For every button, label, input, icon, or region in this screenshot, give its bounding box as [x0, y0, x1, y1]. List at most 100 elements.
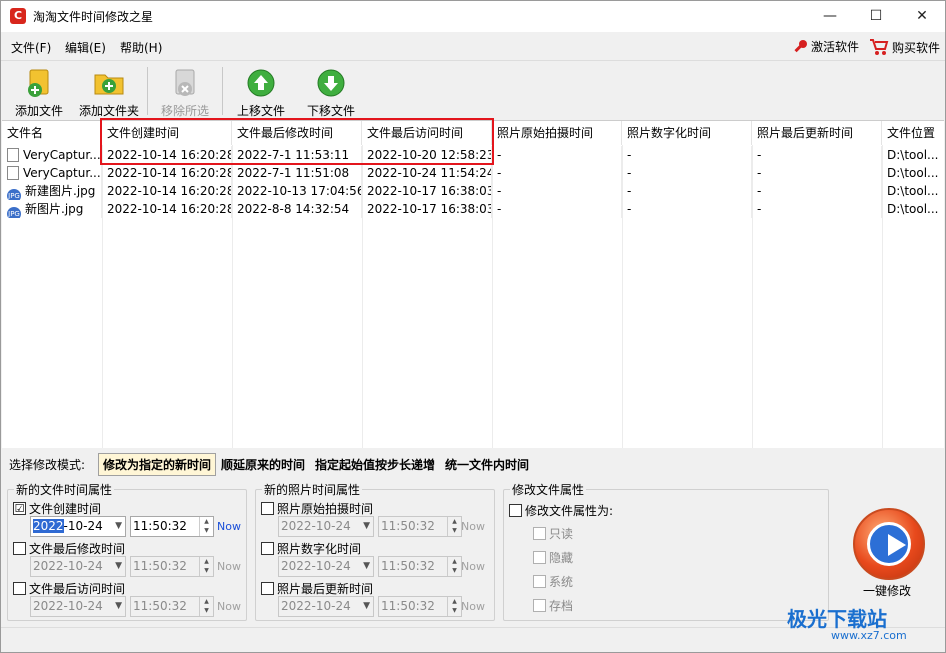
archive-checkbox[interactable]: 存档 — [533, 597, 573, 614]
add-folder-label: 添加文件夹 — [78, 104, 139, 118]
column-header[interactable]: 照片数字化时间 — [622, 121, 752, 145]
spin-icon[interactable]: ▲ ▼ — [199, 517, 213, 536]
table-cell: - — [752, 182, 882, 200]
chevron-down-icon: ▼ — [363, 561, 370, 571]
add-file-label: 添加文件 — [14, 104, 63, 118]
photo-digitized-checkbox[interactable]: 照片数字化时间 — [261, 540, 361, 557]
modified-date-picker[interactable]: 2022-10-24 ▼ — [30, 556, 126, 577]
minimize-button[interactable]: — — [807, 1, 853, 32]
hidden-checkbox[interactable]: 隐藏 — [533, 549, 573, 566]
photo-original-now-button[interactable]: Now — [461, 520, 485, 533]
created-date-picker[interactable]: 2022-10-24 ▼ — [30, 516, 126, 537]
jpg-icon: JPG — [7, 189, 21, 200]
arrow-up-icon — [247, 69, 275, 97]
date-value: 2022-10-24 — [281, 559, 351, 573]
mode-option-increment[interactable]: 指定起始值按步长递增 — [315, 456, 435, 473]
one-click-modify-label[interactable]: 一键修改 — [863, 582, 911, 599]
table-row[interactable]: VeryCaptur... 2022-10-14 16:20:28 2022-7… — [2, 164, 944, 182]
mode-option-new-time[interactable]: 修改为指定的新时间 — [98, 453, 217, 476]
table-cell: 2022-10-13 17:04:56 — [232, 182, 362, 200]
photo-updated-checkbox[interactable]: 照片最后更新时间 — [261, 580, 373, 597]
modify-attr-checkbox[interactable]: 修改文件属性为: — [509, 502, 613, 519]
photo-original-time-input[interactable]: 11:50:32 ▲ ▼ — [378, 516, 462, 537]
remove-file-icon — [175, 69, 195, 96]
modified-time-input[interactable]: 11:50:32 ▲ ▼ — [130, 556, 214, 577]
file-icon — [7, 148, 19, 162]
time-value: 11:50:32 — [381, 519, 435, 533]
column-header[interactable]: 照片最后更新时间 — [752, 121, 882, 145]
spin-icon[interactable]: ▲ ▼ — [447, 517, 461, 536]
file-name: 新建图片.jpg — [25, 184, 96, 198]
photo-digitized-now-button[interactable]: Now — [461, 560, 485, 573]
photo-original-date-picker[interactable]: 2022-10-24 ▼ — [278, 516, 374, 537]
file-name: VeryCaptur... — [23, 166, 101, 180]
photo-updated-time-input[interactable]: 11:50:32 ▲ ▼ — [378, 596, 462, 617]
column-header[interactable]: 文件名 — [2, 121, 102, 145]
system-checkbox[interactable]: 系统 — [533, 573, 573, 590]
photo-original-checkbox[interactable]: 照片原始拍摄时间 — [261, 500, 373, 517]
created-time-input[interactable]: 11:50:32 ▲ ▼ — [130, 516, 214, 537]
mode-bar: 选择修改模式: 修改为指定的新时间 顺延原来的时间 指定起始值按步长递增 统一文… — [1, 451, 945, 477]
table-cell: D:\tool... — [887, 148, 939, 162]
table-cell: - — [492, 146, 622, 164]
mode-option-shift-time[interactable]: 顺延原来的时间 — [221, 456, 305, 473]
grid-line — [102, 145, 103, 448]
table-cell: 2022-10-14 16:20:28 — [102, 200, 232, 218]
readonly-checkbox[interactable]: 只读 — [533, 525, 573, 542]
key-icon — [794, 39, 807, 52]
table-row[interactable]: JPG 新建图片.jpg 2022-10-14 16:20:28 2022-10-… — [2, 182, 944, 200]
add-file-button[interactable]: 添加文件 — [13, 67, 65, 119]
add-folder-icon — [94, 74, 124, 95]
spin-icon[interactable]: ▲ ▼ — [447, 597, 461, 616]
move-down-button[interactable]: 下移文件 — [305, 67, 357, 119]
close-button[interactable]: ✕ — [899, 1, 945, 32]
photo-digitized-time-input[interactable]: 11:50:32 ▲ ▼ — [378, 556, 462, 577]
file-accessed-checkbox[interactable]: 文件最后访问时间 — [13, 580, 125, 597]
grid-line — [752, 145, 753, 448]
maximize-button[interactable]: ☐ — [853, 1, 899, 32]
app-window: C 淘淘文件时间修改之星 — ☐ ✕ 文件(F) 编辑(E) 帮助(H) 激活软… — [0, 0, 946, 653]
table-cell: - — [622, 200, 752, 218]
menu-file[interactable]: 文件(F) — [11, 39, 51, 56]
created-now-button[interactable]: Now — [217, 520, 241, 533]
checkbox-icon — [533, 575, 546, 588]
chevron-down-icon: ▼ — [115, 601, 122, 611]
accessed-now-button[interactable]: Now — [217, 600, 241, 613]
file-created-checkbox[interactable]: ☑ 文件创建时间 — [13, 500, 101, 517]
move-up-button[interactable]: 上移文件 — [235, 67, 287, 119]
remove-selected-label: 移除所选 — [160, 104, 209, 118]
remove-selected-button[interactable]: 移除所选 — [159, 67, 211, 119]
file-list[interactable]: 文件名 文件创建时间 文件最后修改时间 文件最后访问时间 照片原始拍摄时间 照片… — [2, 120, 944, 448]
photo-updated-now-button[interactable]: Now — [461, 600, 485, 613]
menu-help[interactable]: 帮助(H) — [120, 39, 162, 56]
modified-now-button[interactable]: Now — [217, 560, 241, 573]
one-click-modify-button[interactable] — [853, 508, 925, 580]
checkbox-icon — [533, 551, 546, 564]
file-name-cell: VeryCaptur... — [2, 146, 102, 164]
table-cell: - — [492, 164, 622, 182]
checkbox-label: 文件最后修改时间 — [29, 542, 126, 556]
chevron-down-icon: ▼ — [363, 521, 370, 531]
table-row[interactable]: JPG 新图片.jpg 2022-10-14 16:20:28 2022-8-8 … — [2, 200, 944, 218]
column-header[interactable]: 照片原始拍摄时间 — [492, 121, 622, 145]
arrow-down-icon — [317, 69, 345, 97]
photo-updated-date-picker[interactable]: 2022-10-24 ▼ — [278, 596, 374, 617]
table-cell: 2022-8-8 14:32:54 — [232, 200, 362, 218]
checkbox-icon — [13, 542, 26, 555]
menu-edit[interactable]: 编辑(E) — [65, 39, 106, 56]
accessed-time-input[interactable]: 11:50:32 ▲ ▼ — [130, 596, 214, 617]
grid-line — [232, 145, 233, 448]
photo-digitized-date-picker[interactable]: 2022-10-24 ▼ — [278, 556, 374, 577]
file-modified-checkbox[interactable]: 文件最后修改时间 — [13, 540, 125, 557]
activate-link[interactable]: 激活软件 — [792, 38, 859, 55]
grid-line — [622, 145, 623, 448]
spin-icon[interactable]: ▲ ▼ — [447, 557, 461, 576]
add-folder-button[interactable]: 添加文件夹 — [77, 67, 141, 119]
column-header[interactable]: 文件位置 — [882, 121, 944, 145]
spin-icon[interactable]: ▲ ▼ — [199, 597, 213, 616]
buy-link[interactable]: 购买软件 — [869, 38, 940, 56]
accessed-date-picker[interactable]: 2022-10-24 ▼ — [30, 596, 126, 617]
mode-option-unify[interactable]: 统一文件内时间 — [445, 456, 529, 473]
spin-icon[interactable]: ▲ ▼ — [199, 557, 213, 576]
toolbar-separator — [147, 67, 148, 115]
